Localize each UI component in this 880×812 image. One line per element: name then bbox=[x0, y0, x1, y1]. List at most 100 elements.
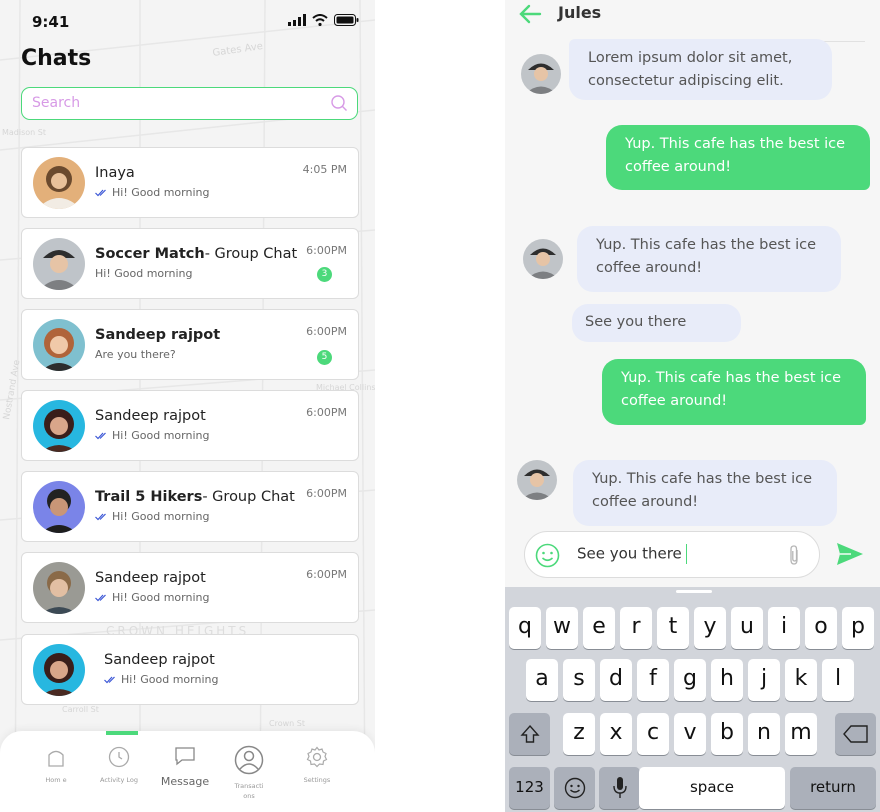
wifi-icon bbox=[312, 14, 328, 26]
signal-icon bbox=[288, 14, 306, 26]
chat-list-item[interactable]: Trail 5 Hikers- Group Chat Hi! Good morn… bbox=[21, 471, 359, 542]
emoji-icon[interactable] bbox=[535, 543, 560, 568]
key-c[interactable]: c bbox=[637, 713, 669, 755]
nav-settings[interactable]: Settings bbox=[301, 745, 333, 785]
double-check-icon bbox=[95, 513, 106, 520]
key-g[interactable]: g bbox=[674, 659, 706, 701]
key-d[interactable]: d bbox=[600, 659, 632, 701]
status-time: 9:41 bbox=[32, 13, 70, 31]
key-b[interactable]: b bbox=[711, 713, 743, 755]
microphone-icon bbox=[612, 777, 627, 798]
message-icon bbox=[175, 747, 195, 766]
status-icons bbox=[288, 14, 359, 26]
backspace-key[interactable] bbox=[835, 713, 876, 755]
key-n[interactable]: n bbox=[748, 713, 780, 755]
shift-icon bbox=[519, 724, 540, 743]
back-arrow-icon[interactable] bbox=[519, 3, 543, 25]
chat-name: Sandeep rajpot bbox=[104, 652, 215, 668]
chat-time: 4:05 PM bbox=[302, 163, 347, 176]
incoming-message: Lorem ipsum dolor sit amet, consectetur … bbox=[569, 39, 832, 100]
key-w[interactable]: w bbox=[546, 607, 578, 649]
key-o[interactable]: o bbox=[805, 607, 837, 649]
chat-list-item[interactable]: Soccer Match- Group Chat Hi! Good mornin… bbox=[21, 228, 359, 299]
active-tab-indicator bbox=[106, 731, 138, 735]
key-v[interactable]: v bbox=[674, 713, 706, 755]
nav-label: Message bbox=[160, 775, 210, 788]
search-input[interactable] bbox=[22, 88, 312, 118]
nav-label: Activity Log bbox=[100, 776, 138, 784]
chat-time: 6:00PM bbox=[306, 244, 347, 257]
message-input[interactable]: See you there bbox=[577, 544, 688, 564]
incoming-message: Yup. This cafe has the best ice coffee a… bbox=[577, 226, 841, 292]
key-s[interactable]: s bbox=[563, 659, 595, 701]
chat-name: Sandeep rajpot bbox=[95, 570, 206, 586]
nav-transactions[interactable]: Transacti ons bbox=[231, 745, 267, 801]
double-check-icon bbox=[95, 594, 106, 601]
key-u[interactable]: u bbox=[731, 607, 763, 649]
space-key[interactable]: space bbox=[639, 767, 785, 809]
return-key[interactable]: return bbox=[790, 767, 876, 809]
key-h[interactable]: h bbox=[711, 659, 743, 701]
chat-list-screen: Gates Ave CROWN HEIGHTS Nostrand Ave Mad… bbox=[0, 0, 375, 812]
battery-icon bbox=[334, 14, 359, 26]
double-check-icon bbox=[104, 676, 115, 683]
chat-list-item[interactable]: Inaya Hi! Good morning 4:05 PM bbox=[21, 147, 359, 218]
key-x[interactable]: x bbox=[600, 713, 632, 755]
message-composer[interactable]: See you there bbox=[524, 531, 820, 578]
key-i[interactable]: i bbox=[768, 607, 800, 649]
shift-key[interactable] bbox=[509, 713, 550, 755]
emoji-key[interactable] bbox=[554, 767, 595, 809]
chat-list-item[interactable]: Sandeep rajpot Hi! Good morning 6:00PM bbox=[21, 552, 359, 623]
chat-preview: Hi! Good morning bbox=[104, 673, 218, 686]
key-z[interactable]: z bbox=[563, 713, 595, 755]
emoji-icon bbox=[564, 777, 585, 799]
map-label: Carroll St bbox=[62, 705, 99, 714]
contact-avatar bbox=[523, 239, 563, 279]
chat-list-item[interactable]: Sandeep rajpot Are you there? 6:00PM 5 bbox=[21, 309, 359, 380]
outgoing-message: Yup. This cafe has the best ice coffee a… bbox=[602, 359, 866, 425]
numbers-key[interactable]: 123 bbox=[509, 767, 550, 809]
chat-preview: Hi! Good morning bbox=[95, 510, 209, 523]
chat-name: Inaya bbox=[95, 165, 135, 181]
search-bar bbox=[21, 87, 358, 120]
chat-time: 6:00PM bbox=[306, 325, 347, 338]
page-title: Chats bbox=[21, 46, 92, 71]
chat-name: Trail 5 Hikers- Group Chat bbox=[95, 489, 295, 505]
status-bar: 9:41 bbox=[0, 0, 375, 44]
outgoing-message: Yup. This cafe has the best ice coffee a… bbox=[606, 125, 870, 190]
search-icon[interactable] bbox=[330, 94, 348, 112]
key-q[interactable]: q bbox=[509, 607, 541, 649]
key-r[interactable]: r bbox=[620, 607, 652, 649]
key-a[interactable]: a bbox=[526, 659, 558, 701]
gear-icon bbox=[306, 746, 328, 768]
chat-list-item[interactable]: Sandeep rajpot Hi! Good morning bbox=[21, 634, 359, 705]
map-label: Crown St bbox=[269, 719, 305, 728]
key-m[interactable]: m bbox=[785, 713, 817, 755]
key-j[interactable]: j bbox=[748, 659, 780, 701]
chat-list-item[interactable]: Sandeep rajpot Hi! Good morning 6:00PM bbox=[21, 390, 359, 461]
key-p[interactable]: p bbox=[842, 607, 874, 649]
nav-message[interactable]: Message bbox=[158, 745, 212, 787]
bottom-navigation: Hom e Activity Log Message Transacti ons… bbox=[0, 731, 375, 812]
double-check-icon bbox=[95, 189, 106, 196]
unread-badge: 3 bbox=[317, 267, 332, 282]
key-f[interactable]: f bbox=[637, 659, 669, 701]
key-t[interactable]: t bbox=[657, 607, 689, 649]
key-y[interactable]: y bbox=[694, 607, 726, 649]
key-k[interactable]: k bbox=[785, 659, 817, 701]
avatar bbox=[33, 319, 85, 371]
send-icon[interactable] bbox=[836, 542, 864, 566]
nav-home[interactable]: Hom e bbox=[40, 745, 72, 785]
incoming-message: Yup. This cafe has the best ice coffee a… bbox=[573, 460, 837, 526]
chat-preview: Hi! Good morning bbox=[95, 267, 193, 280]
unread-badge: 5 bbox=[317, 350, 332, 365]
attachment-icon[interactable] bbox=[787, 544, 801, 566]
backspace-icon bbox=[842, 725, 868, 743]
incoming-message: See you there bbox=[572, 304, 741, 342]
double-check-icon bbox=[95, 432, 106, 439]
avatar bbox=[33, 157, 85, 209]
nav-activity-log[interactable]: Activity Log bbox=[99, 745, 139, 785]
key-l[interactable]: l bbox=[822, 659, 854, 701]
microphone-key[interactable] bbox=[599, 767, 640, 809]
key-e[interactable]: e bbox=[583, 607, 615, 649]
